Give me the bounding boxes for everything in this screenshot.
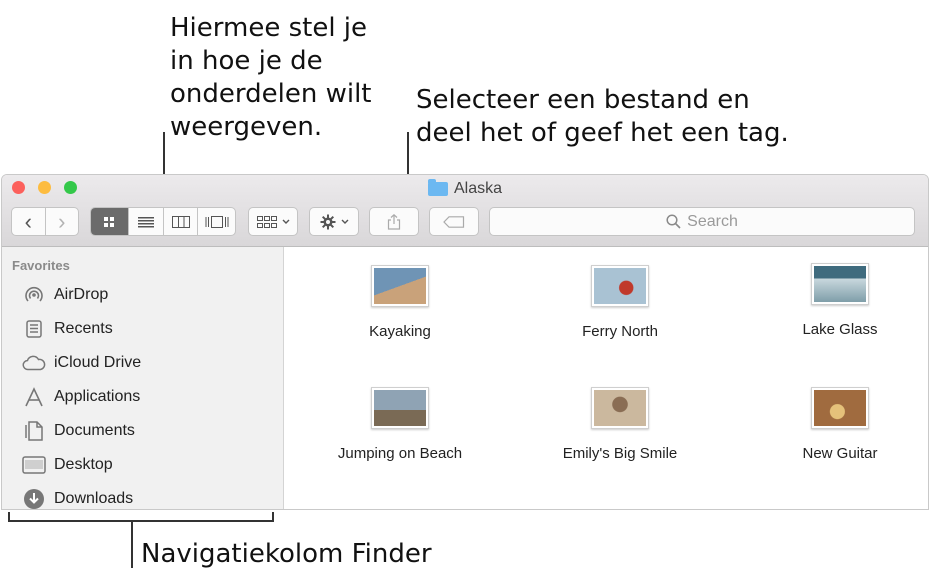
file-name: Lake Glass [802, 321, 878, 338]
callout-sidebar: Navigatiekolom Finder [141, 539, 432, 569]
downloads-icon [22, 488, 46, 509]
sidebar-item-airdrop[interactable]: AirDrop [22, 282, 108, 308]
sidebar-item-icloud-drive[interactable]: iCloud Drive [22, 350, 141, 376]
callout-line: weergeven. [170, 112, 323, 142]
sidebar-item-downloads[interactable]: Downloads [22, 486, 134, 509]
sidebar-item-label: Recents [54, 320, 113, 337]
zoom-button[interactable] [64, 181, 77, 194]
file-item[interactable]: New Guitar [760, 387, 920, 462]
recents-icon [22, 318, 46, 340]
file-item[interactable]: Ferry North [540, 265, 700, 340]
callout-line: in hoe je de [170, 46, 323, 76]
file-thumbnail [811, 263, 869, 305]
file-item[interactable]: Lake Glass [760, 263, 920, 338]
share-button[interactable] [369, 207, 419, 236]
gallery-icon [205, 215, 229, 228]
file-thumbnail [371, 387, 429, 429]
forward-button[interactable]: › [46, 208, 79, 235]
file-thumbnail [591, 387, 649, 429]
sidebar-item-label: iCloud Drive [54, 354, 142, 371]
sidebar-heading: Favorites [12, 258, 70, 273]
nav-buttons: ‹ › [11, 207, 79, 236]
action-button[interactable] [309, 207, 359, 236]
search-placeholder: Search [687, 212, 738, 230]
gallery-view-button[interactable] [198, 208, 235, 235]
column-view-button[interactable] [164, 208, 199, 235]
minimize-button[interactable] [38, 181, 51, 194]
group-icon [256, 215, 277, 228]
file-grid: Kayaking Ferry North Lake Glass Jumping … [284, 247, 928, 509]
desktop-icon [22, 454, 46, 476]
bracket-sidebar-right [272, 512, 274, 522]
file-thumbnail [371, 265, 429, 307]
grid-icon [104, 216, 115, 227]
search-field[interactable]: Search [489, 207, 915, 236]
tag-icon [443, 215, 465, 228]
callout-line: Selecteer een bestand en [416, 85, 750, 115]
cloud-icon [22, 352, 46, 374]
sidebar-item-label: Documents [54, 422, 135, 439]
sidebar-item-applications[interactable]: Applications [22, 384, 140, 410]
window-title-text: Alaska [454, 180, 503, 197]
sidebar-item-label: Downloads [54, 490, 134, 507]
file-thumbnail [811, 387, 869, 429]
folder-icon [428, 179, 448, 196]
titlebar: Alaska ‹ › Search [2, 175, 928, 247]
sidebar-item-label: Desktop [54, 456, 113, 473]
group-by-button[interactable] [248, 207, 298, 236]
sidebar-item-label: Applications [54, 388, 141, 405]
back-button[interactable]: ‹ [12, 208, 46, 235]
thumbnail-image [814, 266, 866, 302]
finder-window: Alaska ‹ › Search Favorites AirDrop Rece… [1, 174, 929, 510]
view-mode-control [90, 207, 236, 236]
file-name: New Guitar [802, 445, 878, 462]
file-thumbnail [591, 265, 649, 307]
window-title: Alaska [428, 179, 503, 198]
bracket-sidebar [8, 520, 274, 522]
sidebar-item-desktop[interactable]: Desktop [22, 452, 113, 478]
callout-view-options: Hiermee stel je in hoe je de onderdelen … [170, 12, 372, 144]
file-name: Ferry North [582, 323, 658, 340]
applications-icon [22, 386, 46, 408]
icon-view-button[interactable] [91, 208, 129, 235]
callout-line: deel het of geef het een tag. [416, 118, 789, 148]
file-item[interactable]: Kayaking [320, 265, 480, 340]
callout-line: Hiermee stel je [170, 13, 368, 43]
file-name: Kayaking [369, 323, 431, 340]
sidebar-item-documents[interactable]: Documents [22, 418, 135, 444]
documents-icon [22, 420, 46, 442]
sidebar-item-recents[interactable]: Recents [22, 316, 113, 342]
callout-share-tag: Selecteer een bestand en deel het of gee… [416, 84, 789, 150]
tag-button[interactable] [429, 207, 479, 236]
gear-icon [320, 214, 335, 229]
share-icon [387, 213, 401, 230]
search-icon [666, 214, 681, 229]
thumbnail-image [594, 268, 646, 304]
chevron-down-icon [341, 219, 348, 224]
file-item[interactable]: Emily's Big Smile [540, 387, 700, 462]
thumbnail-image [594, 390, 646, 426]
list-icon [138, 216, 155, 227]
chevron-down-icon [282, 219, 289, 224]
list-view-button[interactable] [129, 208, 165, 235]
thumbnail-image [374, 390, 426, 426]
close-button[interactable] [12, 181, 25, 194]
thumbnail-image [374, 268, 426, 304]
bracket-sidebar-left [8, 512, 10, 522]
file-item[interactable]: Jumping on Beach [320, 387, 480, 462]
callout-pointer-line [131, 520, 133, 568]
thumbnail-image [814, 390, 866, 426]
file-name: Jumping on Beach [337, 445, 463, 462]
columns-icon [171, 215, 190, 228]
sidebar-item-label: AirDrop [54, 286, 109, 303]
sidebar: Favorites AirDrop Recents iCloud Drive A… [2, 247, 284, 509]
callout-line: onderdelen wilt [170, 79, 372, 109]
file-name: Emily's Big Smile [562, 445, 678, 462]
airdrop-icon [22, 284, 46, 306]
